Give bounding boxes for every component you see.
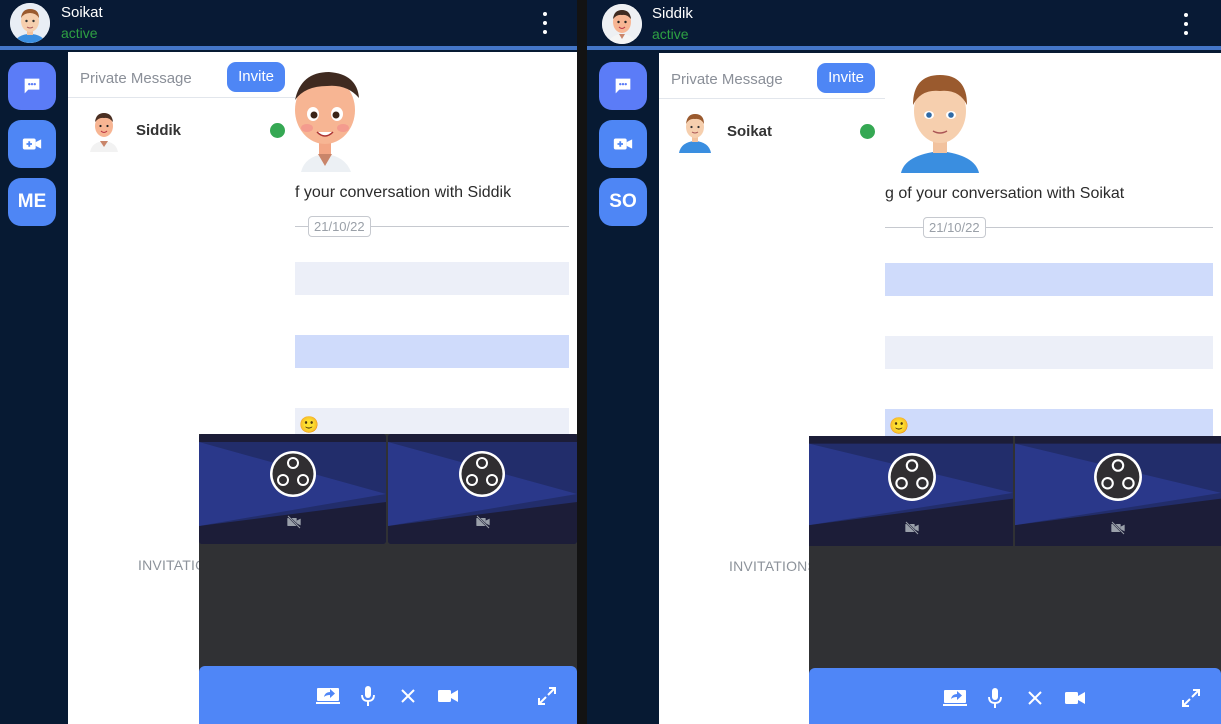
chat-bubble-icon — [615, 78, 631, 94]
video-call-overlay — [199, 434, 577, 724]
contact-item[interactable]: Siddik — [68, 98, 295, 160]
emoji-message: 🙂 — [889, 418, 909, 435]
contact-avatar-siddik-icon — [90, 113, 118, 152]
kebab-menu-icon[interactable] — [537, 12, 553, 34]
top-bar: Siddik active — [587, 0, 1221, 50]
user-name: Siddik — [652, 5, 693, 22]
user-avatar[interactable] — [10, 3, 50, 43]
panel-header: Private Message Invite — [659, 53, 885, 99]
message-bubble — [295, 335, 569, 368]
left-rail: ME — [0, 50, 68, 724]
header-divider — [0, 46, 577, 50]
video-nav-button[interactable] — [8, 120, 56, 168]
left-rail: SO — [587, 50, 659, 724]
contact-name: Soikat — [727, 123, 773, 140]
camera-icon[interactable] — [1063, 686, 1087, 710]
camera-off-icon — [287, 515, 301, 529]
obs-logo-icon — [888, 453, 936, 501]
chat-window-siddik: Siddik active SO Private Message Invite — [587, 0, 1221, 724]
user-avatar-soikat-icon — [10, 3, 50, 43]
top-bar: Soikat active — [0, 0, 577, 50]
contact-large-avatar-icon — [901, 75, 979, 173]
camera-icon[interactable] — [436, 684, 460, 708]
obs-logo-icon — [270, 451, 316, 497]
message-bubble — [295, 262, 569, 295]
contact-item[interactable]: Soikat — [659, 99, 885, 161]
call-controls-bar — [199, 666, 577, 724]
panel-title: Private Message — [671, 71, 783, 88]
camera-off-icon — [1111, 521, 1125, 535]
chat-nav-button[interactable] — [599, 62, 647, 110]
microphone-icon[interactable] — [356, 684, 380, 708]
close-icon[interactable] — [396, 684, 420, 708]
panel-title: Private Message — [80, 70, 192, 87]
participant-tile[interactable] — [199, 434, 386, 544]
emoji-message: 🙂 — [299, 417, 319, 434]
profile-button[interactable]: ME — [8, 178, 56, 226]
online-indicator — [270, 123, 285, 138]
contact-large-avatar-icon — [295, 72, 359, 172]
message-bubble — [885, 263, 1213, 296]
participant-tile[interactable] — [388, 434, 577, 544]
chat-nav-button[interactable] — [8, 62, 56, 110]
participant-tile[interactable] — [1015, 436, 1221, 546]
message-bubble — [885, 336, 1213, 369]
obs-logo-icon — [1094, 453, 1142, 501]
camera-off-icon — [905, 521, 919, 535]
kebab-menu-icon[interactable] — [1178, 13, 1194, 35]
invite-button[interactable]: Invite — [227, 62, 285, 92]
obs-logo-icon — [459, 451, 505, 497]
camera-off-icon — [476, 515, 490, 529]
close-icon[interactable] — [1023, 686, 1047, 710]
user-name: Soikat — [61, 4, 103, 21]
panel-header: Private Message Invite — [68, 52, 295, 98]
invitations-label: INVITATIONS — [729, 558, 818, 574]
call-controls-bar — [809, 668, 1221, 724]
fullscreen-icon[interactable] — [1179, 686, 1203, 710]
chat-window-soikat: Soikat active ME Private Message Invite — [0, 0, 577, 724]
fullscreen-icon[interactable] — [535, 684, 559, 708]
invite-button[interactable]: Invite — [817, 63, 875, 93]
date-chip: 21/10/22 — [308, 216, 371, 237]
user-avatar-siddik-icon — [602, 4, 642, 44]
header-divider — [587, 46, 1221, 50]
user-avatar[interactable] — [602, 4, 642, 44]
user-status: active — [652, 26, 689, 42]
contact-name: Siddik — [136, 122, 182, 139]
profile-button[interactable]: SO — [599, 178, 647, 226]
date-chip: 21/10/22 — [923, 217, 986, 238]
video-nav-button[interactable] — [599, 120, 647, 168]
share-screen-icon[interactable] — [943, 686, 967, 710]
online-indicator — [860, 124, 875, 139]
contact-avatar-soikat-icon — [679, 114, 711, 153]
video-call-icon — [22, 138, 42, 150]
user-status: active — [61, 25, 98, 41]
participant-tile[interactable] — [809, 436, 1013, 546]
video-call-icon — [613, 138, 633, 150]
conversation-intro: g of your conversation with Soikat — [885, 185, 1125, 202]
chat-bubble-icon — [24, 78, 40, 94]
share-screen-icon[interactable] — [316, 684, 340, 708]
microphone-icon[interactable] — [983, 686, 1007, 710]
video-call-overlay — [809, 436, 1221, 724]
conversation-intro: f your conversation with Siddik — [295, 184, 512, 201]
